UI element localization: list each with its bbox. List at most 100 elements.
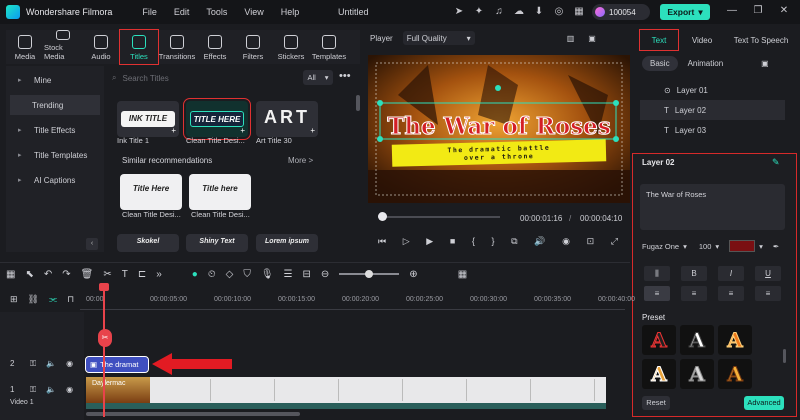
menu-file[interactable]: File bbox=[142, 7, 157, 17]
mark-out-icon[interactable]: } bbox=[492, 236, 495, 250]
text-clip[interactable]: ▣ The dramat bbox=[85, 356, 149, 373]
filter-select[interactable]: All ▾ bbox=[303, 70, 333, 85]
layer-item[interactable]: ⊙ Layer 01 bbox=[640, 80, 785, 100]
line-spacing-icon[interactable]: ⫼ bbox=[644, 266, 670, 281]
preset-6[interactable]: A bbox=[718, 359, 752, 389]
magnet-icon[interactable]: ⊓ bbox=[67, 294, 74, 305]
eye-icon[interactable]: ◉ bbox=[66, 359, 73, 369]
zoom-slider[interactable] bbox=[339, 270, 400, 278]
sidebar-item-ai-captions[interactable]: ▸ AI Captions bbox=[10, 170, 100, 190]
library-scrollbar[interactable] bbox=[356, 95, 360, 111]
preview-title-text[interactable]: The War of Roses bbox=[384, 113, 614, 141]
fit-icon[interactable]: ⊡ bbox=[587, 236, 595, 250]
send-icon[interactable]: ➤ bbox=[452, 5, 466, 19]
split-marker-icon[interactable]: ✂ bbox=[98, 329, 112, 347]
text-content-field[interactable]: The War of Roses bbox=[640, 184, 785, 230]
ai-edit-icon[interactable]: ✎ bbox=[772, 157, 780, 168]
cloud-icon[interactable]: ☁ bbox=[512, 5, 526, 19]
mute-icon[interactable]: 🔈 bbox=[46, 385, 56, 395]
preset-3[interactable]: A bbox=[718, 325, 752, 355]
snapshot-view-icon[interactable]: ▣ bbox=[588, 34, 596, 43]
export-button[interactable]: Export ▾ bbox=[660, 4, 710, 20]
text-tool-icon[interactable]: T bbox=[122, 269, 128, 280]
advanced-button[interactable]: Advanced bbox=[744, 396, 784, 410]
snapshot-icon[interactable]: ◉ bbox=[562, 236, 570, 250]
compare-icon[interactable]: ▥ bbox=[567, 34, 575, 43]
preset-1[interactable]: A bbox=[642, 325, 676, 355]
search-input[interactable]: Search Titles bbox=[122, 74, 168, 83]
menu-view[interactable]: View bbox=[244, 7, 263, 17]
grid-icon[interactable]: ▦ bbox=[572, 5, 586, 19]
lock-icon[interactable]: ⚿ bbox=[30, 359, 36, 369]
title-card[interactable]: Shiny Text bbox=[186, 234, 248, 252]
stop-icon[interactable]: ■ bbox=[450, 236, 455, 250]
add-icon[interactable]: + bbox=[310, 126, 315, 135]
download-icon[interactable]: ⬇ bbox=[532, 5, 546, 19]
font-select[interactable]: Fugaz One bbox=[642, 242, 679, 251]
preset-5[interactable]: A bbox=[680, 359, 714, 389]
tab-effects[interactable]: Effects bbox=[196, 30, 234, 64]
volume-icon[interactable]: 🔊 bbox=[534, 236, 545, 250]
menu-help[interactable]: Help bbox=[281, 7, 300, 17]
preset-2[interactable]: A bbox=[680, 325, 714, 355]
collapse-sidebar-icon[interactable]: ‹ bbox=[86, 238, 98, 250]
tab-templates[interactable]: Templates bbox=[310, 30, 348, 64]
crop-icon[interactable]: ⊏ bbox=[138, 269, 146, 280]
underline-button[interactable]: U bbox=[755, 266, 781, 281]
add-track-icon[interactable]: ⊞ bbox=[10, 294, 18, 305]
lightbulb-icon[interactable]: ✦ bbox=[472, 5, 486, 19]
zoom-out-icon[interactable]: ⊖ bbox=[321, 269, 329, 280]
preset-scrollbar[interactable] bbox=[783, 349, 786, 363]
play-icon[interactable]: ▶ bbox=[426, 236, 433, 250]
menu-edit[interactable]: Edit bbox=[174, 7, 190, 17]
delete-icon[interactable]: 🗑 bbox=[81, 269, 94, 280]
align-right-icon[interactable]: ≡ bbox=[718, 286, 744, 301]
microphone-icon[interactable]: 🎙 bbox=[261, 269, 274, 280]
align-justify-icon[interactable]: ≡ bbox=[755, 286, 781, 301]
link-icon[interactable]: ⛓ bbox=[28, 294, 39, 305]
tab-audio[interactable]: Audio bbox=[82, 30, 120, 64]
previous-frame-icon[interactable]: ⏮ bbox=[378, 236, 386, 250]
fullscreen-icon[interactable]: ⤢ bbox=[611, 236, 618, 250]
lock-icon[interactable]: ⚿ bbox=[30, 385, 36, 395]
playback-scrubber[interactable] bbox=[378, 216, 500, 218]
eyedropper-icon[interactable]: ✒ bbox=[773, 242, 779, 251]
shield-icon[interactable]: ⛉ bbox=[243, 269, 251, 280]
headset-icon[interactable]: ◎ bbox=[552, 5, 566, 19]
scrubber-handle[interactable] bbox=[378, 212, 387, 221]
restore-icon[interactable]: ❐ bbox=[751, 4, 765, 18]
tab-text[interactable]: Text bbox=[639, 29, 679, 51]
layer-item[interactable]: T Layer 03 bbox=[640, 120, 785, 140]
playhead-handle[interactable] bbox=[99, 283, 109, 291]
similar-more-link[interactable]: More > bbox=[288, 156, 313, 165]
layer-item[interactable]: T Layer 02 bbox=[640, 100, 785, 120]
title-card[interactable]: TITLE HERE + bbox=[183, 98, 251, 140]
player-preview[interactable]: The War of Roses The dramatic battle ove… bbox=[368, 55, 630, 203]
timeline-settings-icon[interactable]: ▦ bbox=[458, 269, 467, 280]
eye-icon[interactable]: ◉ bbox=[66, 385, 73, 395]
quality-select[interactable]: Full Quality ▾ bbox=[402, 31, 475, 45]
tab-stickers[interactable]: Stickers bbox=[272, 30, 310, 64]
tab-stock-media[interactable]: Stock Media bbox=[44, 30, 82, 64]
marker-icon[interactable]: ◇ bbox=[226, 269, 234, 280]
close-icon[interactable]: ✕ bbox=[777, 4, 791, 18]
text-color-swatch[interactable] bbox=[729, 240, 756, 252]
reset-button[interactable]: Reset bbox=[642, 396, 670, 410]
sidebar-item-trending[interactable]: Trending bbox=[10, 95, 100, 115]
similar-card[interactable]: Title Here bbox=[120, 174, 182, 210]
more-tools-icon[interactable]: » bbox=[156, 269, 162, 280]
bold-button[interactable]: B bbox=[681, 266, 707, 281]
more-icon[interactable]: ••• bbox=[339, 70, 351, 82]
sidebar-item-mine[interactable]: ▸ Mine bbox=[10, 70, 100, 90]
add-icon[interactable]: + bbox=[240, 126, 245, 135]
layout-icon[interactable]: ▦ bbox=[6, 269, 15, 280]
tab-text-to-speech[interactable]: Text To Speech bbox=[726, 30, 796, 50]
timeline-ruler[interactable]: 00:00 00:00:05:00 00:00:10:00 00:00:15:00 00… bbox=[80, 292, 635, 310]
select-tool-icon[interactable]: ⬉ bbox=[25, 269, 33, 280]
playhead[interactable] bbox=[103, 283, 105, 417]
tab-video[interactable]: Video bbox=[678, 30, 726, 50]
tab-filters[interactable]: Filters bbox=[234, 30, 272, 64]
ai-tool-icon[interactable]: ● bbox=[192, 269, 198, 280]
align-left-icon[interactable]: ≡ bbox=[644, 286, 670, 301]
play-reverse-icon[interactable]: ▷ bbox=[403, 236, 410, 250]
